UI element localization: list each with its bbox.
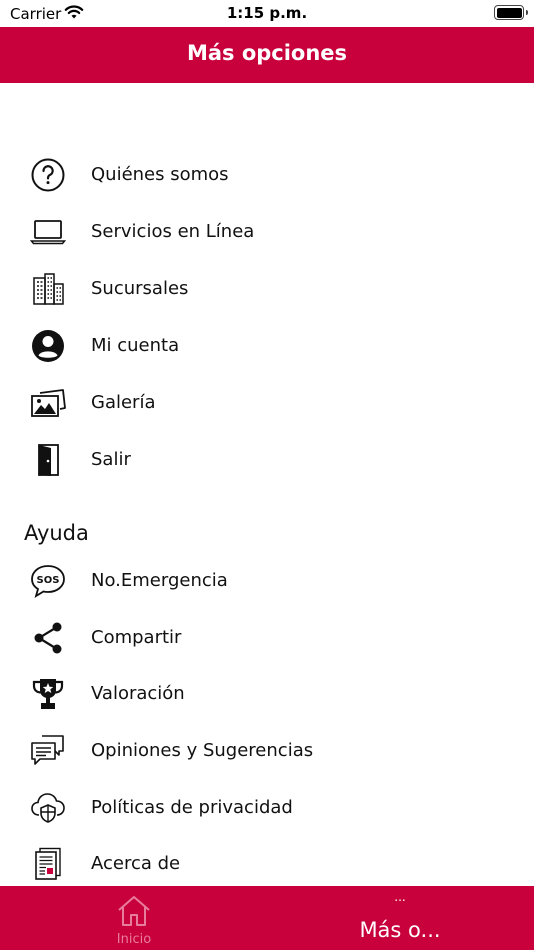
tab-label: Inicio (116, 932, 152, 947)
section-header-ayuda: Ayuda (24, 521, 89, 545)
menu-item-label: Valoración (91, 683, 185, 704)
tab-bar: Inicio ... Más o... (0, 886, 534, 950)
chat-bubbles-icon (30, 733, 66, 769)
menu-item-opiniones-sugerencias[interactable]: Opiniones y Sugerencias (0, 726, 534, 776)
laptop-icon (30, 214, 66, 250)
menu-item-label: Opiniones y Sugerencias (91, 740, 314, 761)
tab-inicio[interactable]: Inicio (84, 886, 184, 950)
menu-item-label: Galería (91, 392, 156, 413)
menu-item-label: Servicios en Línea (91, 221, 255, 242)
trophy-icon (30, 676, 66, 712)
battery-icon (494, 5, 528, 20)
menu-item-label: No.Emergencia (91, 570, 228, 591)
more-dots-icon: ... (394, 890, 406, 904)
menu-item-label: Compartir (91, 627, 182, 648)
buildings-icon (30, 271, 66, 307)
share-icon (30, 620, 66, 656)
menu-item-label: Políticas de privacidad (91, 797, 293, 818)
document-icon (30, 846, 66, 882)
menu-item-no-emergencia[interactable]: SOS No.Emergencia (0, 556, 534, 606)
tab-mas-opciones[interactable]: ... Más o... (340, 886, 460, 950)
gallery-icon (30, 385, 66, 421)
menu-item-valoracion[interactable]: Valoración (0, 669, 534, 719)
home-icon (116, 894, 152, 932)
menu-item-label: Mi cuenta (91, 335, 180, 356)
menu-item-label: Sucursales (91, 278, 189, 299)
menu-item-label: Salir (91, 449, 131, 470)
account-circle-icon (30, 328, 66, 364)
menu-item-compartir[interactable]: Compartir (0, 613, 534, 663)
question-circle-icon (30, 157, 66, 193)
cloud-shield-icon (30, 790, 66, 826)
menu-item-acerca-de[interactable]: Acerca de (0, 839, 534, 889)
navigation-bar: Más opciones (0, 27, 534, 83)
menu-item-politicas-privacidad[interactable]: Políticas de privacidad (0, 783, 534, 833)
menu-item-quienes-somos[interactable]: Quiénes somos (0, 150, 534, 200)
sos-icon-text: SOS (37, 575, 60, 586)
menu-item-sucursales[interactable]: Sucursales (0, 264, 534, 314)
menu-item-mi-cuenta[interactable]: Mi cuenta (0, 321, 534, 371)
status-time: 1:15 p.m. (226, 4, 308, 22)
menu-item-salir[interactable]: Salir (0, 435, 534, 485)
status-bar: Carrier 1:15 p.m. (0, 0, 534, 27)
menu-item-label: Quiénes somos (91, 164, 229, 185)
tab-label: Más o... (359, 918, 441, 942)
menu-item-galeria[interactable]: Galería (0, 378, 534, 428)
menu-item-label: Acerca de (91, 853, 181, 874)
page-title: Más opciones (186, 41, 348, 65)
menu-item-servicios-en-linea[interactable]: Servicios en Línea (0, 207, 534, 257)
sos-icon: SOS (30, 563, 66, 599)
door-exit-icon (30, 442, 66, 478)
